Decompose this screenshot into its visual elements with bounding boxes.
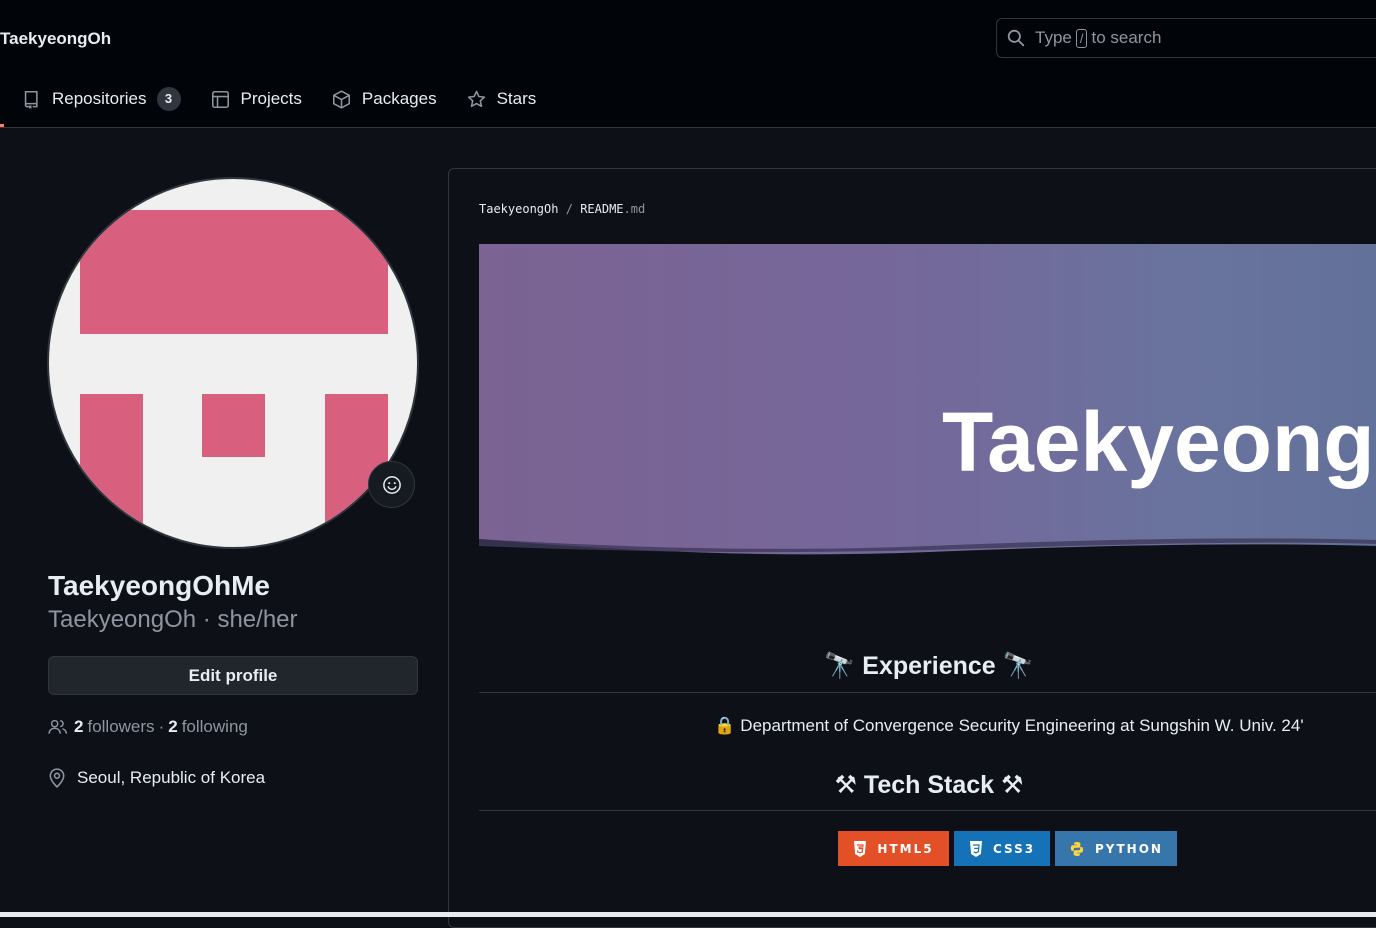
window-bottom-edge	[0, 912, 1376, 917]
followers-count: 2	[74, 717, 84, 736]
followers-link[interactable]: followers	[87, 717, 154, 737]
edit-profile-button[interactable]: Edit profile	[48, 656, 418, 695]
search-shortcut-key: /	[1075, 28, 1088, 48]
badge-css3[interactable]: CSS3	[954, 831, 1050, 866]
profile-login: TaekyeongOh	[48, 606, 197, 633]
profile-pronouns: she/her	[217, 606, 298, 633]
python-icon	[1070, 841, 1084, 856]
profile-separator: ·	[202, 606, 211, 633]
readme-path-owner[interactable]: TaekyeongOh	[479, 202, 558, 216]
active-tab-indicator	[0, 124, 4, 127]
experience-title: Experience	[862, 652, 996, 680]
badge-html5-label: HTML5	[877, 841, 934, 856]
css3-icon	[969, 840, 982, 857]
telescope-icon: 🔭	[824, 652, 856, 680]
tab-projects[interactable]: Projects	[211, 89, 302, 109]
search-input[interactable]: Type / to search	[996, 18, 1376, 58]
experience-heading: 🔭 Experience 🔭	[479, 652, 1376, 681]
telescope-icon: 🔭	[1002, 652, 1034, 680]
search-placeholder-suffix: to search	[1091, 28, 1162, 47]
tech-badges: HTML5 CSS3 PYTHON	[838, 831, 1182, 866]
readme-path-file[interactable]: README	[580, 202, 623, 216]
package-icon	[332, 89, 350, 109]
profile-login-line: TaekyeongOh · she/her	[48, 606, 298, 634]
hammer-pick-icon: ⚒	[1001, 771, 1024, 799]
set-status-button[interactable]	[368, 461, 415, 508]
tab-projects-label: Projects	[240, 89, 302, 108]
readme-path-separator: /	[565, 202, 573, 216]
avatar-block-top	[80, 210, 388, 334]
experience-item: 🔒 Department of Convergence Security Eng…	[479, 716, 1376, 736]
following-count: 2	[168, 717, 178, 736]
tech-stack-rule	[479, 810, 1376, 811]
tech-stack-heading: ⚒ Tech Stack ⚒	[479, 770, 1376, 800]
repo-icon	[24, 90, 38, 109]
hammer-pick-icon: ⚒	[834, 771, 857, 799]
people-icon	[48, 719, 68, 734]
tab-packages[interactable]: Packages	[332, 89, 437, 109]
badge-css3-label: CSS3	[992, 841, 1036, 856]
profile-tabs: Repositories 3 Projects Packages Stars	[22, 80, 566, 118]
following-link[interactable]: following	[182, 717, 248, 737]
follow-stats: 2 followers · 2 following	[48, 717, 248, 737]
experience-item-text: Department of Convergence Security Engin…	[740, 716, 1304, 735]
experience-rule	[479, 692, 1376, 693]
smiley-icon	[382, 475, 401, 494]
repositories-counter: 3	[156, 87, 181, 111]
top-bar: TaekyeongOh Type / to search Repositorie…	[0, 0, 1376, 128]
tab-stars[interactable]: Stars	[467, 89, 537, 109]
location-text: Seoul, Republic of Korea	[77, 768, 266, 787]
badge-python-label: PYTHON	[1095, 841, 1163, 856]
avatar-block-left	[80, 394, 143, 547]
readme-path-ext: .md	[623, 202, 646, 216]
tab-packages-label: Packages	[361, 89, 437, 108]
lock-icon: 🔒	[714, 716, 736, 735]
follow-separator: ·	[158, 717, 165, 736]
banner-title: Taekyeong	[942, 395, 1375, 489]
badge-python[interactable]: PYTHON	[1055, 831, 1177, 866]
readme-banner: Taekyeong	[479, 244, 1376, 556]
tab-stars-label: Stars	[496, 89, 537, 108]
readme-path: TaekyeongOh / README.md	[479, 202, 645, 216]
profile-display-name: TaekyeongOhMe	[48, 570, 270, 601]
tab-repositories-label: Repositories	[52, 89, 147, 108]
avatar[interactable]	[47, 177, 419, 549]
search-placeholder-prefix: Type	[1035, 28, 1072, 47]
tab-repositories[interactable]: Repositories 3	[22, 87, 181, 111]
table-icon	[211, 90, 229, 108]
search-icon	[1007, 29, 1025, 47]
avatar-block-center	[202, 394, 265, 457]
header-username[interactable]: TaekyeongOh	[0, 29, 111, 49]
html5-icon	[854, 840, 867, 857]
badge-html5[interactable]: HTML5	[838, 831, 949, 866]
star-icon	[467, 90, 485, 107]
profile-location: Seoul, Republic of Korea	[48, 768, 265, 788]
location-icon	[49, 768, 65, 788]
tech-stack-title: Tech Stack	[863, 771, 995, 799]
